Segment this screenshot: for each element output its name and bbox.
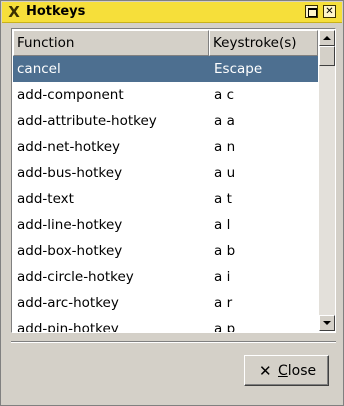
keystroke-cell: a i <box>214 269 231 285</box>
keystroke-cell: a t <box>214 191 232 207</box>
function-cell: add-bus-hotkey <box>17 165 123 181</box>
scroll-up-button[interactable] <box>319 30 335 46</box>
function-cell: add-line-hotkey <box>17 217 123 233</box>
table-row[interactable]: add-box-hotkey a b <box>13 238 318 264</box>
hotkeys-list[interactable]: Function Keystroke(s) cancel Escape add-co… <box>11 28 336 333</box>
close-window-button[interactable]: ✕ <box>323 5 336 18</box>
window-title: Hotkeys <box>26 4 86 19</box>
scrollbar-thumb[interactable] <box>319 46 335 66</box>
separator <box>11 341 336 343</box>
column-header-function[interactable]: Function <box>13 30 209 56</box>
close-button[interactable]: ✕ Close <box>244 355 329 386</box>
table-row[interactable]: add-bus-hotkey a u <box>13 160 318 186</box>
x-app-icon[interactable]: X <box>6 4 22 20</box>
keystroke-cell: a l <box>214 217 231 233</box>
hotkeys-window: X Hotkeys ✕ Function Keystroke(s) cancel… <box>0 0 344 406</box>
table-row[interactable]: add-line-hotkey a l <box>13 212 318 238</box>
arrow-up-icon <box>323 36 331 40</box>
table-row[interactable]: add-net-hotkey a n <box>13 134 318 160</box>
function-cell: add-component <box>17 87 124 103</box>
vertical-scrollbar[interactable] <box>319 30 335 331</box>
scroll-down-button[interactable] <box>319 315 335 331</box>
table-header: Function Keystroke(s) <box>13 30 318 56</box>
keystroke-cell: a c <box>214 87 234 103</box>
keystroke-cell: a u <box>214 165 236 181</box>
keystroke-cell: a r <box>214 295 233 311</box>
function-cell: add-box-hotkey <box>17 243 123 259</box>
maximize-icon <box>308 8 317 17</box>
title-bar[interactable]: X Hotkeys ✕ <box>2 2 342 23</box>
keystroke-cell: a b <box>214 243 236 259</box>
table-row[interactable]: add-circle-hotkey a i <box>13 264 318 290</box>
function-cell: add-net-hotkey <box>17 139 121 155</box>
close-button-label: Close <box>278 363 317 379</box>
maximize-button[interactable] <box>305 5 318 18</box>
function-cell: add-attribute-hotkey <box>17 113 157 129</box>
arrow-down-icon <box>323 321 331 325</box>
table-row[interactable]: add-text a t <box>13 186 318 212</box>
function-cell: add-text <box>17 191 74 207</box>
close-icon: ✕ <box>325 6 334 17</box>
function-cell: cancel <box>17 61 61 77</box>
function-cell: add-pin-hotkey <box>17 321 119 333</box>
keystroke-cell: a p <box>214 321 236 333</box>
table-row[interactable]: add-pin-hotkey a p <box>13 316 318 333</box>
function-cell: add-arc-hotkey <box>17 295 119 311</box>
keystroke-cell: a n <box>214 139 236 155</box>
function-cell: add-circle-hotkey <box>17 269 134 285</box>
keystroke-cell: Escape <box>214 61 263 77</box>
x-close-icon: ✕ <box>259 362 272 380</box>
table-row[interactable]: cancel Escape <box>13 56 318 82</box>
table-row[interactable]: add-arc-hotkey a r <box>13 290 318 316</box>
table-row[interactable]: add-component a c <box>13 82 318 108</box>
table-row[interactable]: add-attribute-hotkey a a <box>13 108 318 134</box>
keystroke-cell: a a <box>214 113 235 129</box>
column-header-keystrokes[interactable]: Keystroke(s) <box>209 30 318 56</box>
